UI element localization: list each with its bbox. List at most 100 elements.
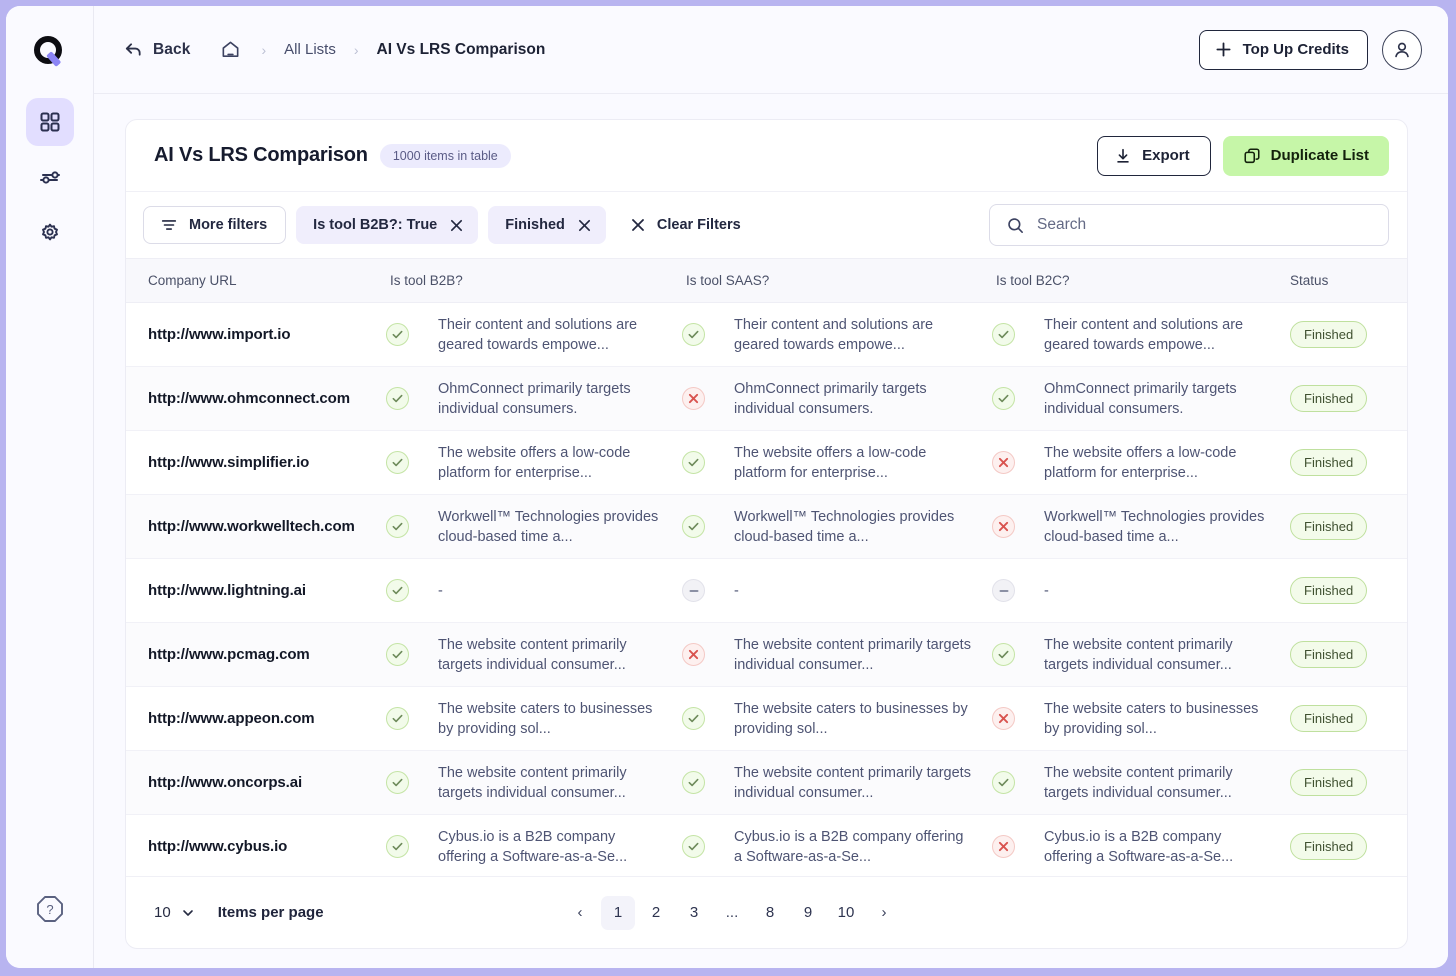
row-saas-mark — [664, 687, 712, 751]
more-filters-label: More filters — [189, 217, 268, 233]
back-label: Back — [153, 40, 191, 58]
page-8-button[interactable]: 8 — [753, 896, 787, 930]
table-row[interactable]: http://www.cybus.io Cybus.io is a B2B com… — [126, 815, 1407, 877]
breadcrumb-home[interactable] — [218, 37, 243, 62]
row-company-url[interactable]: http://www.simplifier.io — [126, 431, 368, 495]
export-button[interactable]: Export — [1097, 135, 1211, 176]
help-button[interactable]: ? — [33, 892, 67, 926]
row-company-url[interactable]: http://www.cybus.io — [126, 815, 368, 877]
page-2-button[interactable]: 2 — [639, 896, 673, 930]
table-row[interactable]: http://www.oncorps.ai The website content… — [126, 750, 1407, 815]
table-row[interactable]: http://www.lightning.ai - - - Finished — [126, 559, 1407, 623]
duplicate-list-button[interactable]: Duplicate List — [1222, 135, 1389, 176]
check-icon — [386, 643, 409, 666]
table-row[interactable]: http://www.pcmag.com The website content … — [126, 622, 1407, 687]
top-up-credits-label: Top Up Credits — [1242, 41, 1349, 58]
row-b2c-text: OhmConnect primarily targets individual … — [1044, 380, 1237, 417]
clear-filters-label: Clear Filters — [656, 217, 741, 233]
row-saas-text: - — [734, 582, 739, 599]
card-actions: Export Duplicate List — [1097, 135, 1389, 176]
dash-icon — [992, 579, 1016, 602]
row-company-url[interactable]: http://www.workwelltech.com — [126, 495, 368, 559]
check-icon — [682, 771, 706, 794]
page-links: ‹ 1 2 3... 8 9 10 › — [563, 895, 901, 930]
table-row[interactable]: http://www.ohmconnect.com OhmConnect prim… — [126, 366, 1407, 431]
filter-chip-b2b[interactable]: Is tool B2B?: True — [296, 206, 479, 244]
row-company-url[interactable]: http://www.appeon.com — [126, 687, 368, 751]
page-3-button[interactable]: 3 — [677, 896, 711, 930]
top-bar: Back › All Lists › AI Vs LRS Comparison — [94, 6, 1448, 94]
items-per-page-value: 10 — [154, 904, 171, 921]
cross-icon — [682, 387, 706, 410]
row-saas-mark — [664, 431, 712, 495]
download-icon — [1117, 148, 1129, 163]
check-icon — [682, 515, 706, 538]
back-button[interactable]: Back — [124, 40, 190, 59]
sidebar-item-settings[interactable] — [26, 210, 74, 258]
pagination-bar: 10 Items per page ‹ 1 2 3... 8 9 10 › — [126, 876, 1407, 948]
row-saas-text: Workwell™ Technologies provides cloud-ba… — [734, 508, 955, 545]
top-up-credits-button[interactable]: Top Up Credits — [1198, 29, 1368, 70]
row-company-url[interactable]: http://www.import.io — [126, 303, 368, 367]
prev-page-button[interactable]: ‹ — [563, 896, 597, 930]
table-row[interactable]: http://www.import.io Their content and so… — [126, 303, 1407, 367]
app-frame: ? Back › All Lists › AI Vs LRS Compariso… — [0, 0, 1456, 976]
close-icon — [631, 219, 644, 231]
next-page-button[interactable]: › — [867, 896, 901, 930]
page-10-button[interactable]: 10 — [829, 896, 863, 930]
check-icon — [992, 643, 1016, 666]
row-company-url[interactable]: http://www.lightning.ai — [126, 559, 368, 623]
table-header: Company URL Is tool B2B? Is tool SAAS? I… — [126, 258, 1407, 303]
row-status: Finished — [1268, 623, 1407, 687]
status-badge: Finished — [1290, 705, 1368, 732]
row-saas-mark — [664, 367, 712, 431]
row-b2c-mark — [974, 303, 1022, 367]
cross-icon — [992, 835, 1016, 858]
row-company-url[interactable]: http://www.pcmag.com — [126, 623, 368, 687]
search-input[interactable] — [1037, 205, 1372, 245]
row-b2b-text: Cybus.io is a B2B company offering a Sof… — [438, 828, 628, 865]
filter-chip-finished-label: Finished — [505, 217, 565, 233]
home-icon — [222, 41, 239, 57]
check-icon — [682, 707, 706, 730]
chevron-down-icon — [182, 909, 193, 916]
cross-icon — [682, 643, 706, 666]
row-b2b-mark — [368, 687, 416, 751]
sliders-icon — [39, 171, 60, 184]
row-saas-mark — [664, 495, 712, 559]
row-b2b-mark — [368, 623, 416, 687]
table-row[interactable]: http://www.simplifier.io The website offe… — [126, 431, 1407, 495]
column-is-tool-saas: Is tool SAAS? — [664, 258, 975, 303]
check-icon — [992, 771, 1016, 794]
status-badge: Finished — [1290, 321, 1368, 348]
row-status: Finished — [1268, 687, 1407, 751]
avatar[interactable] — [1382, 29, 1422, 70]
row-saas-text: The website offers a low-code platform f… — [734, 444, 927, 481]
check-icon — [386, 387, 409, 410]
more-filters-button[interactable]: More filters — [143, 206, 287, 244]
status-badge: Finished — [1290, 641, 1368, 668]
check-icon — [682, 451, 706, 474]
sidebar-item-workflows[interactable] — [26, 154, 74, 202]
row-saas-text: The website content primarily targets in… — [734, 636, 971, 673]
table-row[interactable]: http://www.workwelltech.com Workwell™ Tec… — [126, 494, 1407, 559]
back-arrow-icon — [125, 43, 141, 56]
clear-filters-button[interactable]: Clear Filters — [616, 217, 749, 233]
status-badge: Finished — [1290, 833, 1368, 860]
search-box[interactable] — [989, 204, 1389, 246]
table-row[interactable]: http://www.appeon.com The website caters … — [126, 687, 1407, 751]
status-badge: Finished — [1290, 769, 1368, 796]
breadcrumb-current: AI Vs LRS Comparison — [376, 40, 546, 58]
page-1-button[interactable]: 1 — [601, 895, 635, 930]
copy-icon — [1244, 147, 1260, 163]
row-b2c-text: The website caters to businesses by prov… — [1044, 700, 1259, 737]
row-company-url[interactable]: http://www.oncorps.ai — [126, 751, 368, 815]
page-9-button[interactable]: 9 — [791, 896, 825, 930]
sidebar-item-dashboard[interactable] — [25, 98, 74, 146]
check-icon — [682, 323, 706, 346]
items-per-page-select[interactable]: 10 — [154, 904, 196, 921]
breadcrumb-all-lists[interactable]: All Lists — [284, 41, 336, 58]
filter-chip-finished[interactable]: Finished — [488, 206, 606, 244]
row-company-url[interactable]: http://www.ohmconnect.com — [126, 367, 368, 431]
row-saas-mark — [664, 303, 712, 367]
